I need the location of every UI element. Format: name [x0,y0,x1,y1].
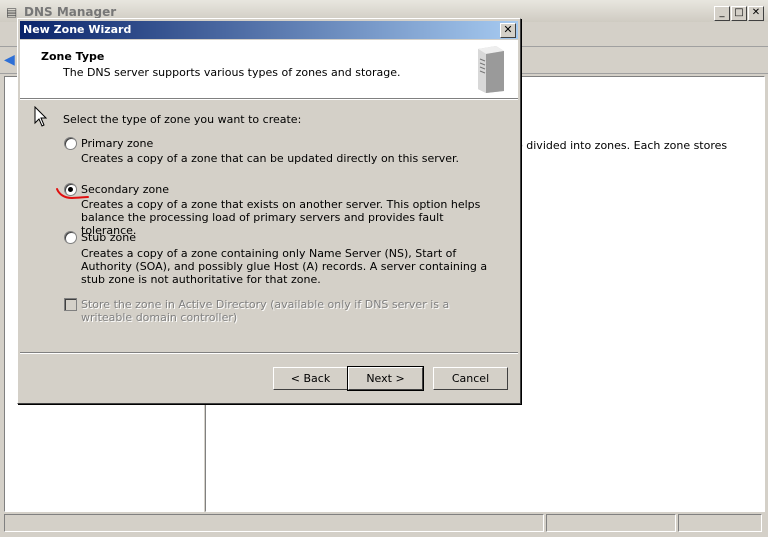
server-icon [478,46,504,93]
primary-zone-label[interactable]: Primary zone [81,137,153,150]
page-title: Zone Type [41,50,105,63]
next-button[interactable]: Next > [347,366,424,391]
dialog-titlebar[interactable]: New Zone Wizard ✕ [20,21,518,39]
main-window-title: DNS Manager [24,5,117,19]
secondary-zone-label[interactable]: Secondary zone [81,183,169,196]
stub-zone-description: Creates a copy of a zone containing only… [81,247,488,286]
details-text: e divided into zones. Each zone stores [516,139,728,152]
stub-zone-radio[interactable] [64,231,77,244]
back-arrow-icon[interactable]: ◀ [4,52,18,68]
store-in-ad-label: Store the zone in Active Directory (avai… [81,298,450,324]
header-separator [20,99,518,100]
primary-zone-radio[interactable] [64,137,77,150]
status-bar [4,514,764,532]
dialog-title: New Zone Wizard [23,23,132,36]
wizard-header: Zone Type The DNS server supports variou… [20,40,518,99]
new-zone-wizard-dialog: New Zone Wizard ✕ Zone Type The DNS serv… [17,18,521,404]
zone-type-prompt: Select the type of zone you want to crea… [63,113,302,126]
window-close-button[interactable]: ✕ [748,6,764,21]
mouse-pointer-icon [34,106,48,127]
red-underline-annotation [56,188,89,200]
cancel-button[interactable]: Cancel [433,367,508,390]
status-cell-2 [546,514,676,532]
maximize-button[interactable]: □ [731,6,747,21]
footer-separator-highlight [20,353,518,354]
page-subtitle: The DNS server supports various types of… [63,66,401,79]
stub-zone-label[interactable]: Stub zone [81,231,136,244]
status-cell-3 [678,514,762,532]
secondary-zone-description: Creates a copy of a zone that exists on … [81,198,481,237]
back-button[interactable]: < Back [273,367,348,390]
store-in-ad-checkbox[interactable] [64,298,77,311]
minimize-button[interactable]: _ [714,6,730,21]
dns-manager-icon: ▤ [6,5,18,19]
primary-zone-description: Creates a copy of a zone that can be upd… [81,152,460,165]
status-cell-1 [4,514,544,532]
dialog-close-button[interactable]: ✕ [500,23,516,38]
